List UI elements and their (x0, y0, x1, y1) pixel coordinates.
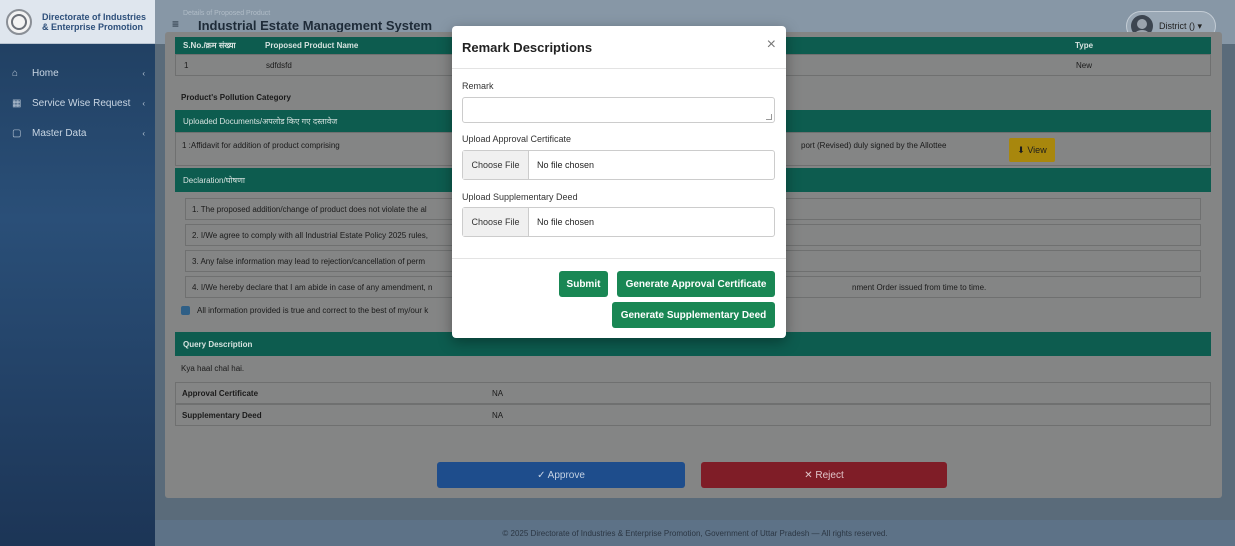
sidebar: Directorate of Industries & Enterprise P… (0, 0, 155, 546)
app-title: Industrial Estate Management System (198, 18, 433, 33)
table-row: Supplementary Deed NA (175, 404, 1211, 426)
home-icon: ⌂ (12, 67, 19, 79)
generate-approval-certificate-button[interactable]: Generate Approval Certificate (617, 271, 775, 297)
choose-file-button[interactable]: Choose File (463, 151, 529, 179)
sidebar-item-master-data[interactable]: ▢ Master Data ‹ (0, 118, 155, 148)
sidebar-nav: ⌂ Home ‹ ▦ Service Wise Request ‹ ▢ Mast… (0, 58, 155, 148)
supplementary-deed-file-input[interactable]: Choose File No file chosen (462, 207, 775, 237)
confirm-text: All information provided is true and cor… (197, 306, 429, 315)
approval-certificate-file-input[interactable]: Choose File No file chosen (462, 150, 775, 180)
footer: © 2025 Directorate of Industries & Enter… (155, 520, 1235, 546)
section-subtitle: Details of Proposed Product (183, 10, 271, 17)
view-document-button[interactable]: ⬇ View (1009, 138, 1055, 162)
confirm-checkbox[interactable] (181, 306, 190, 315)
choose-file-button[interactable]: Choose File (463, 208, 529, 236)
chevron-left-icon: ‹ (142, 128, 145, 138)
approve-button[interactable]: ✓ Approve (437, 462, 685, 488)
download-icon: ⬇ (1017, 144, 1025, 155)
generate-supplementary-deed-button[interactable]: Generate Supplementary Deed (612, 302, 775, 328)
remark-textarea[interactable] (462, 97, 775, 123)
file-status: No file chosen (537, 160, 595, 170)
modal-title: Remark Descriptions (462, 39, 593, 55)
chevron-left-icon: ‹ (142, 68, 145, 78)
hamburger-menu-icon[interactable]: ≡ (172, 17, 179, 31)
user-name: District () ▾ (1159, 20, 1203, 31)
upload-deed-label: Upload Supplementary Deed (462, 192, 578, 202)
sidebar-item-service-wise-request[interactable]: ▦ Service Wise Request ‹ (0, 88, 155, 118)
file-icon: ▢ (12, 127, 22, 139)
modal-divider (452, 258, 786, 259)
brand[interactable]: Directorate of Industries & Enterprise P… (0, 0, 155, 44)
query-text: Kya haal chal hai. (181, 364, 245, 373)
pollution-category-label: Product's Pollution Category (181, 93, 291, 102)
upload-approval-label: Upload Approval Certificate (462, 134, 572, 144)
chevron-left-icon: ‹ (142, 98, 145, 108)
remark-modal: Remark Descriptions × Remark Upload Appr… (452, 26, 786, 338)
brand-name: Directorate of Industries & Enterprise P… (42, 11, 147, 32)
file-status: No file chosen (537, 217, 595, 227)
table-row: Approval Certificate NA (175, 382, 1211, 404)
emblem-logo (6, 8, 32, 35)
remark-label: Remark (462, 81, 494, 91)
list-icon: ▦ (12, 97, 22, 109)
sidebar-item-home[interactable]: ⌂ Home ‹ (0, 58, 155, 88)
reject-button[interactable]: ✕ Reject (701, 462, 947, 488)
modal-header: Remark Descriptions (452, 26, 786, 69)
close-icon[interactable]: × (767, 37, 776, 53)
submit-button[interactable]: Submit (559, 271, 608, 297)
